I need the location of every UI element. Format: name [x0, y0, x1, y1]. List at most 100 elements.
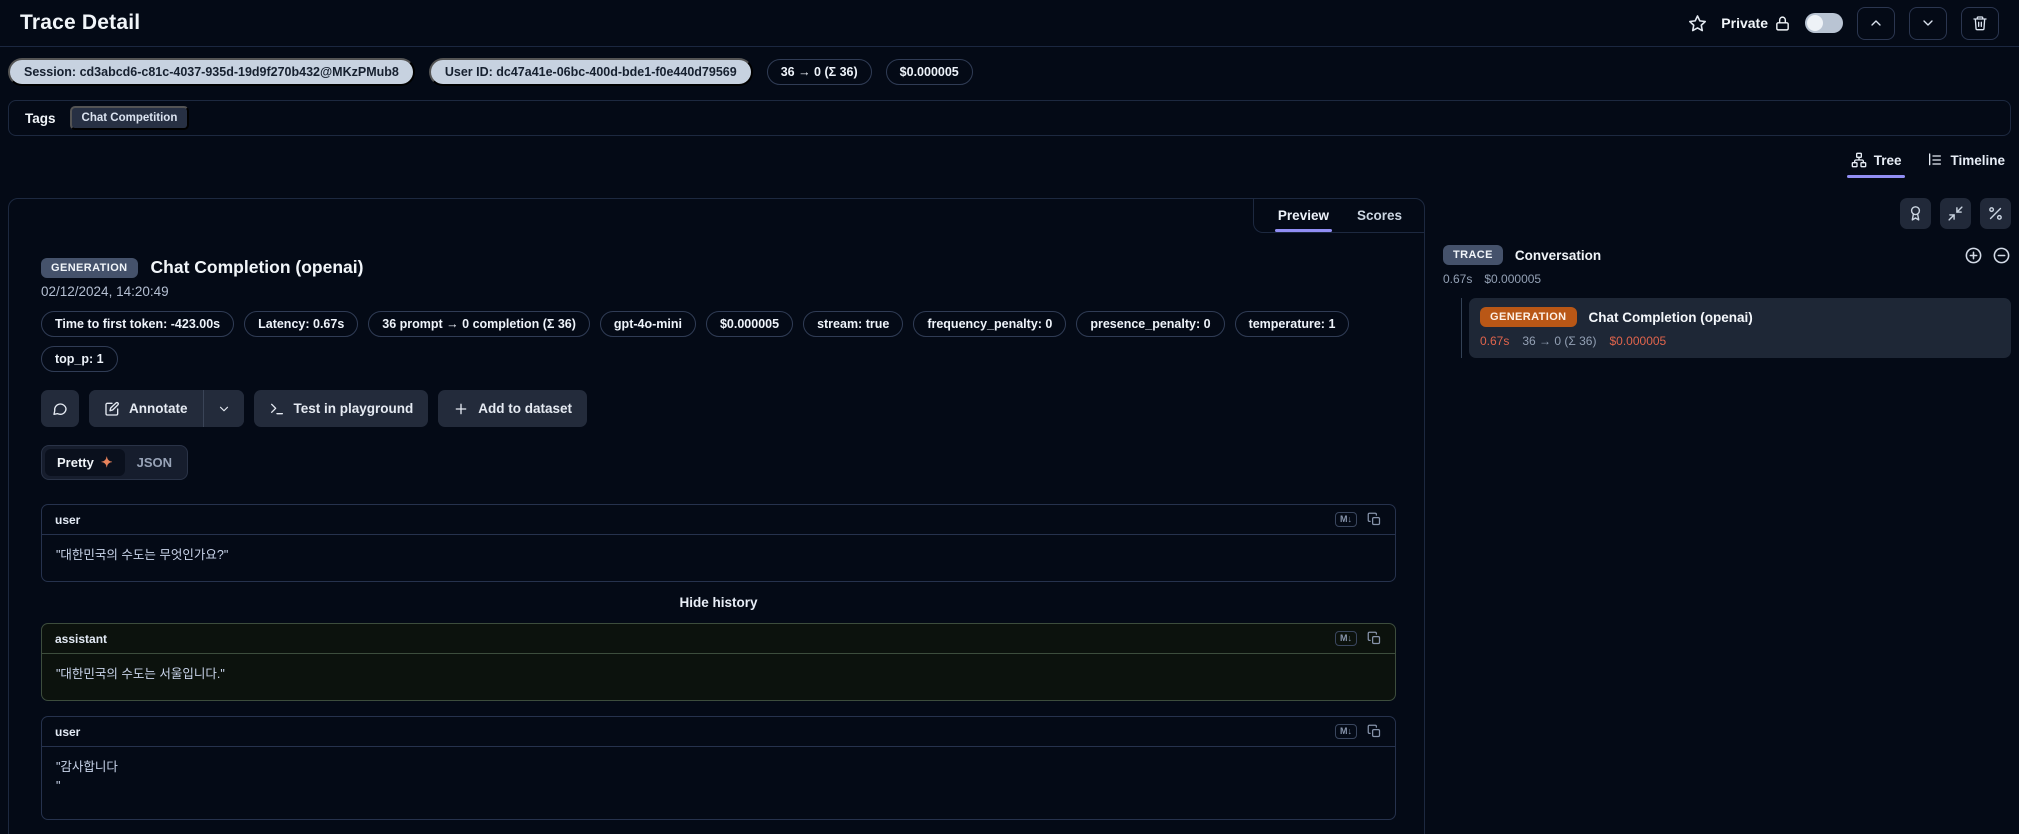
collapse-all-circle-button[interactable] — [1992, 246, 2011, 265]
trace-root-row[interactable]: TRACE Conversation — [1443, 245, 2011, 265]
preview-scores-tabs: Preview Scores — [1252, 199, 1424, 233]
add-to-dataset-label: Add to dataset — [478, 401, 573, 416]
public-toggle[interactable] — [1805, 13, 1843, 33]
sidebar-toolbar — [1443, 198, 2011, 229]
tab-preview[interactable]: Preview — [1274, 199, 1332, 232]
message-tools: M↓ — [1335, 724, 1382, 739]
message-role: user — [55, 512, 81, 527]
tab-json-label: JSON — [136, 455, 172, 470]
hide-history-button[interactable]: Hide history — [41, 595, 1396, 610]
comments-button[interactable] — [41, 390, 79, 427]
annotate-split-button: Annotate — [89, 390, 244, 427]
markdown-toggle-icon[interactable]: M↓ — [1335, 512, 1357, 527]
tab-json[interactable]: JSON — [125, 450, 184, 475]
tree-node-generation[interactable]: GENERATION Chat Completion (openai) 0.67… — [1469, 298, 2011, 358]
next-trace-button[interactable] — [1909, 6, 1947, 40]
message-header: user M↓ — [42, 505, 1395, 535]
message-tools: M↓ — [1335, 631, 1382, 646]
content-area: Preview Scores GENERATION Chat Completio… — [0, 198, 2019, 834]
previous-trace-button[interactable] — [1857, 6, 1895, 40]
tree-branch: GENERATION Chat Completion (openai) 0.67… — [1461, 298, 2011, 358]
expand-all-button[interactable] — [1964, 246, 1983, 265]
add-to-dataset-button[interactable]: Add to dataset — [438, 390, 588, 427]
observation-metrics: Time to first token: -423.00s Latency: 0… — [41, 311, 1391, 372]
trace-latency: 0.67s — [1443, 272, 1473, 286]
message-assistant: assistant M↓ "대한민국의 수도는 서울입니다." — [41, 623, 1396, 701]
observation-panel: Preview Scores GENERATION Chat Completio… — [8, 198, 1425, 834]
message-role: user — [55, 724, 81, 739]
tab-pretty-label: Pretty — [57, 455, 94, 470]
tab-scores[interactable]: Scores — [1357, 199, 1402, 232]
annotate-label: Annotate — [129, 401, 188, 416]
collapse-all-button[interactable] — [1940, 198, 1971, 229]
minus-circle-icon — [1992, 246, 2011, 265]
node-tokens: 36 → 0 (Σ 36) — [1522, 334, 1597, 348]
markdown-toggle-icon[interactable]: M↓ — [1335, 631, 1357, 646]
node-cost: $0.000005 — [1609, 334, 1667, 348]
award-icon — [1907, 205, 1924, 222]
generation-type-badge: GENERATION — [41, 257, 138, 278]
trace-stats: 0.67s $0.000005 — [1443, 272, 2011, 286]
message-content: "대한민국의 수도는 무엇인가요?" — [56, 548, 229, 562]
metrics-toggle-button[interactable] — [1980, 198, 2011, 229]
bookmark-button[interactable] — [1688, 14, 1707, 33]
top-p-badge: top_p: 1 — [41, 346, 118, 372]
collapse-icon — [1947, 205, 1964, 222]
tree-node-title: Chat Completion (openai) — [1588, 309, 1753, 325]
tab-tree-label: Tree — [1873, 152, 1902, 168]
tree-node-stats: 0.67s 36 → 0 (Σ 36) $0.000005 — [1480, 334, 2000, 348]
star-icon — [1688, 14, 1707, 33]
trash-icon — [1972, 15, 1988, 31]
trace-cost: $0.000005 — [1484, 272, 1542, 286]
message-header: assistant M↓ — [42, 624, 1395, 654]
delete-trace-button[interactable] — [1961, 6, 1999, 40]
tab-preview-label: Preview — [1277, 208, 1329, 223]
edit-icon — [104, 401, 120, 417]
tree-node-header: GENERATION Chat Completion (openai) — [1480, 307, 2000, 327]
scores-toggle-button[interactable] — [1900, 198, 1931, 229]
tab-scores-label: Scores — [1356, 208, 1402, 223]
chat-messages: user M↓ "대한민국의 수도는 무엇인가요?" Hide history … — [41, 504, 1396, 820]
format-toggle: Pretty ✦ JSON — [41, 445, 188, 480]
copy-icon[interactable] — [1367, 631, 1382, 646]
model-badge[interactable]: gpt-4o-mini — [599, 311, 696, 337]
tab-pretty[interactable]: Pretty ✦ — [45, 449, 125, 476]
active-tab-indicator — [1846, 175, 1906, 178]
copy-icon[interactable] — [1367, 512, 1382, 527]
session-badge[interactable]: Session: cd3abcd6-c81c-4037-935d-19d9f27… — [8, 58, 415, 86]
copy-icon[interactable] — [1367, 724, 1382, 739]
trace-title: Conversation — [1514, 247, 1602, 263]
annotate-button[interactable]: Annotate — [89, 390, 203, 427]
stream-param-badge: stream: true — [803, 311, 904, 337]
message-user-1: user M↓ "대한민국의 수도는 무엇인가요?" — [41, 504, 1396, 582]
tab-timeline[interactable]: Timeline — [1927, 144, 2005, 176]
tab-tree[interactable]: Tree — [1846, 144, 1906, 178]
observation-title: Chat Completion (openai) — [150, 257, 364, 277]
presence-penalty-badge: presence_penalty: 0 — [1076, 311, 1225, 337]
page-title: Trace Detail — [20, 11, 141, 34]
frequency-penalty-badge: frequency_penalty: 0 — [913, 311, 1067, 337]
message-header: user M↓ — [42, 717, 1395, 747]
user-id-badge[interactable]: User ID: dc47a41e-06bc-400d-bde1-f0e440d… — [428, 58, 753, 86]
active-tab-indicator — [1274, 229, 1332, 232]
markdown-toggle-icon[interactable]: M↓ — [1335, 724, 1357, 739]
message-content: "감사합니다 " — [56, 760, 118, 793]
observation-header: GENERATION Chat Completion (openai) — [41, 257, 1396, 278]
trace-meta-row: Session: cd3abcd6-c81c-4037-935d-19d9f27… — [8, 58, 2011, 86]
toggle-thumb — [1807, 15, 1823, 31]
message-role: assistant — [55, 631, 108, 646]
observation-timestamp: 02/12/2024, 14:20:49 — [41, 284, 169, 299]
lock-icon — [1774, 15, 1791, 32]
chevron-down-icon — [217, 402, 231, 416]
node-latency: 0.67s — [1480, 334, 1510, 348]
observation-actions: Annotate Test in playground Add to datas… — [41, 390, 1396, 427]
top-bar-actions: Private — [1688, 6, 1999, 40]
trace-root-info: TRACE Conversation — [1443, 245, 1955, 265]
tags-label: Tags — [25, 110, 56, 126]
tag-chip[interactable]: Chat Competition — [69, 106, 190, 130]
privacy-label: Private — [1721, 15, 1768, 31]
annotate-dropdown-button[interactable] — [203, 390, 244, 427]
playground-button[interactable]: Test in playground — [253, 390, 429, 427]
chevron-up-icon — [1868, 15, 1884, 31]
percent-icon — [1987, 205, 2004, 222]
